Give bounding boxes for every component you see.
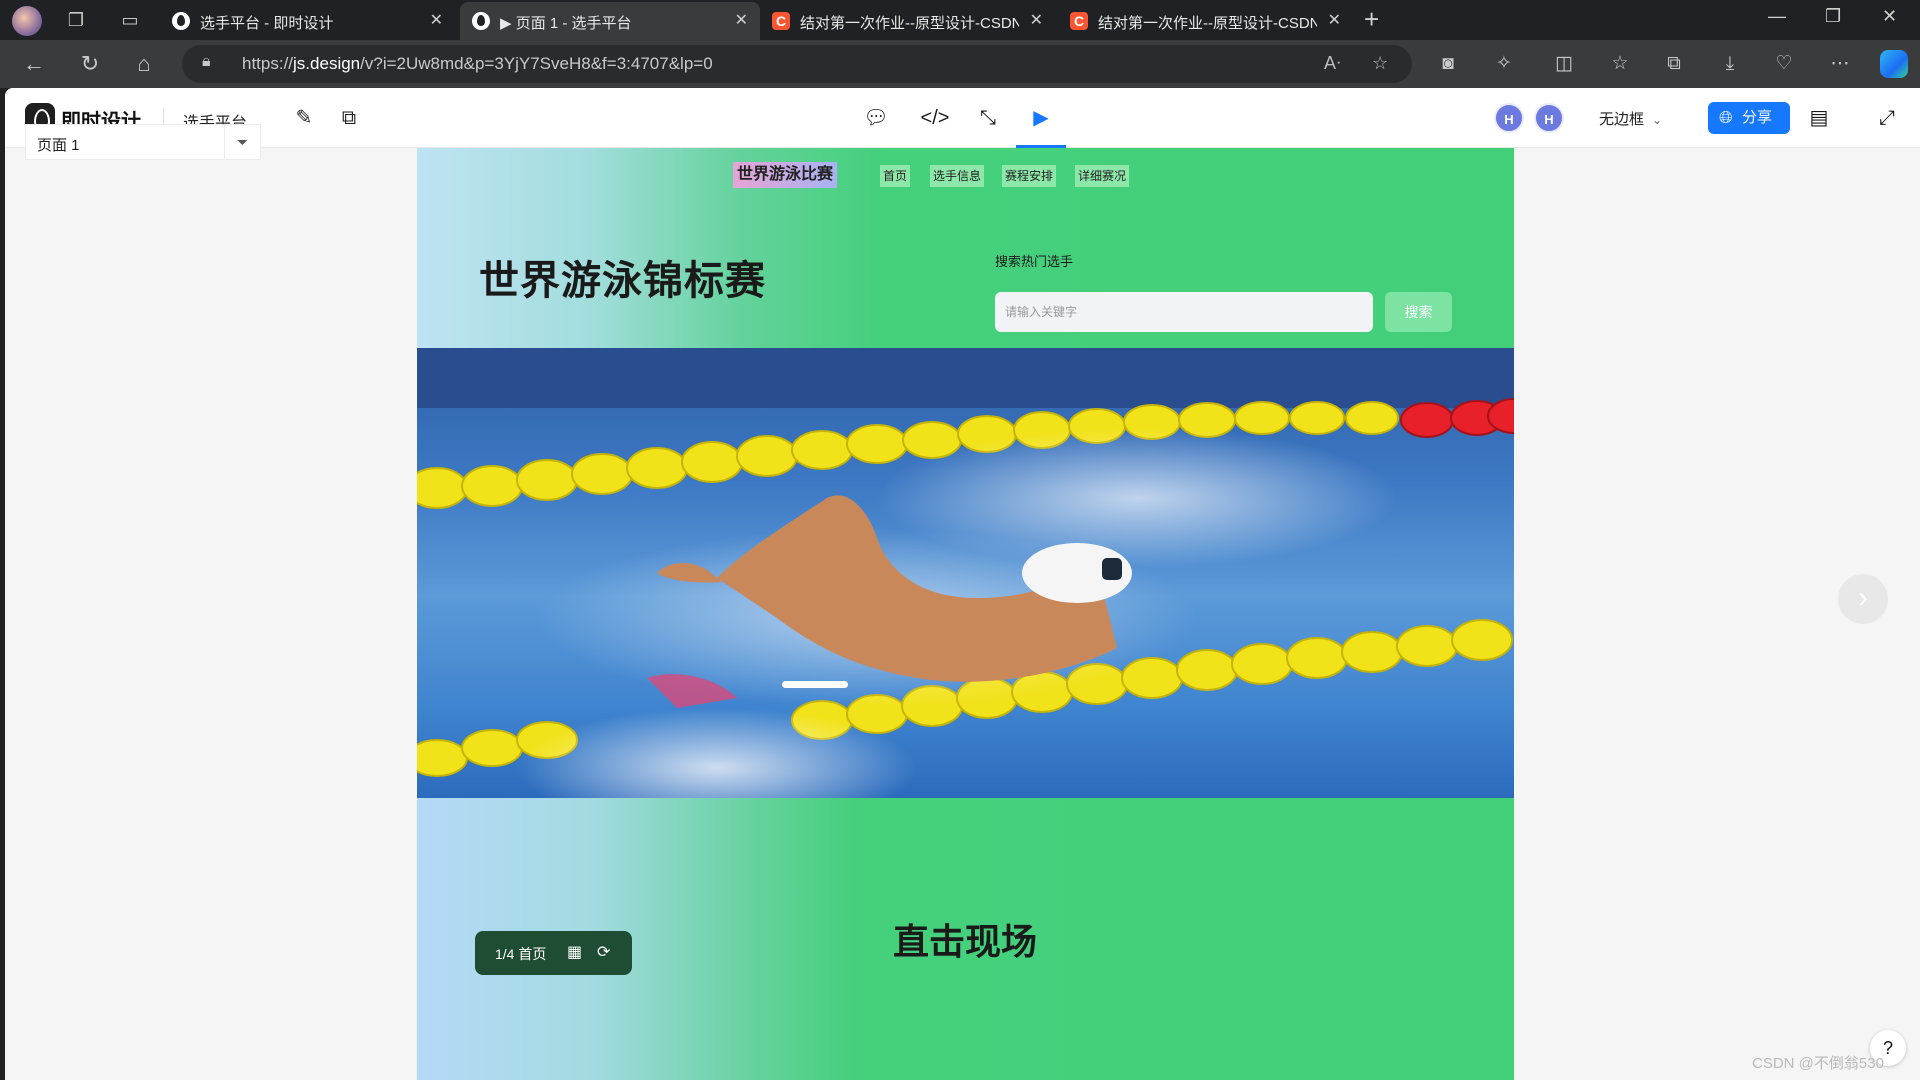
page-counter: 1/4 首页: [495, 946, 547, 962]
refresh-icon[interactable]: ↻: [76, 50, 104, 78]
swimmer-illustration: [417, 348, 1514, 798]
tab-prototype-page[interactable]: ▶ 页面 1 - 选手平台 ✕: [460, 2, 760, 40]
search-button[interactable]: 搜索: [1385, 292, 1452, 332]
tab-csdn-1[interactable]: C 结对第一次作业--原型设计-CSDN ✕: [760, 2, 1055, 40]
globe-icon: 🌐︎: [1719, 108, 1733, 127]
page-selector[interactable]: 页面 1 ⏷: [25, 124, 261, 160]
close-icon[interactable]: ✕: [1030, 10, 1043, 30]
profile-avatar[interactable]: [12, 6, 42, 36]
dropdown-toggle-icon[interactable]: ⏷: [224, 125, 260, 159]
close-icon[interactable]: ✕: [735, 10, 748, 30]
close-window-button[interactable]: ✕: [1882, 6, 1897, 27]
edit-pencil-icon[interactable]: ✎: [288, 102, 320, 134]
browser-tab-strip: ❐ ▭ 选手平台 - 即时设计 ✕ ▶ 页面 1 - 选手平台 ✕ C 结对第一…: [0, 0, 1920, 40]
csdn-icon: C: [772, 12, 790, 30]
search-label: 搜索热门选手: [995, 254, 1074, 269]
read-aloud-icon[interactable]: Aᐧ: [1324, 53, 1341, 74]
flow-link-icon[interactable]: ⤡: [972, 102, 1004, 134]
tab-js-design-project[interactable]: 选手平台 - 即时设计 ✕: [160, 2, 455, 40]
comment-icon[interactable]: 💬︎: [860, 102, 892, 134]
restart-icon[interactable]: ⟳: [597, 942, 610, 962]
watermark: CSDN @不倒翁530: [1752, 1055, 1884, 1072]
workspaces-icon[interactable]: ❐: [64, 8, 88, 32]
browser-toolbar: ← ↻ ⌂ 🔒︎ https://js.design/v?i=2Uw8md&p=…: [0, 40, 1920, 88]
split-screen-icon[interactable]: ◫: [1550, 50, 1578, 78]
js-design-icon: [172, 12, 190, 30]
hero-title: 世界游泳锦标赛: [479, 259, 766, 303]
carousel-indicator[interactable]: [782, 681, 848, 688]
js-design-app: 即时设计 选手平台 ✎ ⧉ 💬︎ </> ⤡ ▶ H H 无边框⌄ 🌐︎分享 ▤…: [5, 88, 1920, 1080]
csdn-icon: C: [1070, 12, 1088, 30]
favorites-icon[interactable]: ☆: [1606, 50, 1634, 78]
lock-icon[interactable]: 🔒︎: [202, 53, 211, 71]
download-icon[interactable]: ⤓: [1716, 50, 1744, 78]
close-icon[interactable]: ✕: [430, 10, 443, 30]
extensions-puzzle-icon[interactable]: ✧: [1490, 50, 1518, 78]
js-design-icon: [472, 12, 490, 30]
swimmer-banner-image: [417, 348, 1514, 798]
favorite-star-icon[interactable]: ☆: [1372, 53, 1388, 74]
next-page-arrow-icon[interactable]: ›: [1838, 574, 1888, 624]
code-icon[interactable]: </>: [919, 102, 951, 134]
share-button[interactable]: 🌐︎ 分享: [1708, 102, 1790, 134]
tab-actions-icon[interactable]: ▭: [118, 8, 142, 32]
minimize-button[interactable]: —: [1768, 6, 1786, 27]
search-input[interactable]: [995, 292, 1373, 332]
play-icon[interactable]: ▶: [1025, 102, 1057, 134]
browser-essentials-icon[interactable]: ♡: [1770, 50, 1798, 78]
tab-csdn-2[interactable]: C 结对第一次作业--原型设计-CSDN ✕: [1058, 2, 1353, 40]
frame-mode-select[interactable]: 无边框 ⌄: [1599, 108, 1662, 129]
close-icon[interactable]: ✕: [1328, 10, 1341, 30]
avatar[interactable]: H: [1494, 103, 1524, 133]
section-title: 直击现场: [893, 921, 1038, 962]
restore-button[interactable]: ❐: [1825, 6, 1841, 27]
nav-link-schedule[interactable]: 赛程安排: [1002, 165, 1057, 187]
back-icon[interactable]: ←: [20, 50, 48, 78]
fullscreen-icon[interactable]: ⤢: [1871, 102, 1903, 134]
chevron-down-icon: ⌄: [1652, 113, 1663, 127]
collections-icon[interactable]: ⧉: [1660, 50, 1688, 78]
new-tab-button[interactable]: +: [1364, 4, 1379, 35]
copilot-icon[interactable]: [1880, 50, 1908, 78]
nav-link-home[interactable]: 首页: [880, 165, 911, 187]
avatar[interactable]: H: [1534, 103, 1564, 133]
extension-icon[interactable]: ◙: [1434, 50, 1462, 78]
address-bar[interactable]: 🔒︎ https://js.design/v?i=2Uw8md&p=3YjY7S…: [182, 45, 1412, 83]
grid-view-icon[interactable]: ▦: [567, 942, 582, 962]
nav-link-player-info[interactable]: 选手信息: [930, 165, 985, 187]
prototype-pager: 1/4 首页 ▦ ⟳: [475, 931, 632, 975]
layout-panel-icon[interactable]: ▤: [1803, 102, 1835, 134]
url-text: https://js.design/v?i=2Uw8md&p=3YjY7SveH…: [242, 54, 713, 73]
nav-link-details[interactable]: 详细赛况: [1075, 165, 1130, 187]
app-toolbar: 即时设计 选手平台 ✎ ⧉ 💬︎ </> ⤡ ▶ H H 无边框⌄ 🌐︎分享 ▤…: [5, 88, 1920, 148]
home-icon[interactable]: ⌂: [130, 50, 158, 78]
duplicate-icon[interactable]: ⧉: [333, 102, 365, 134]
site-title: 世界游泳比赛: [733, 162, 838, 188]
more-menu-icon[interactable]: ⋯: [1826, 50, 1854, 78]
